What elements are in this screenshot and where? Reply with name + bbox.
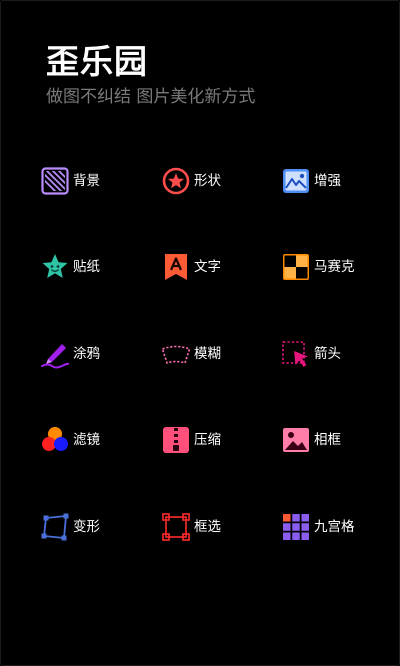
blur-fan-icon <box>161 339 191 369</box>
filter-circles-icon <box>40 425 70 455</box>
select-box-icon <box>161 512 191 542</box>
tool-label: 贴纸 <box>73 259 100 275</box>
tool-box-select[interactable]: 框选 <box>161 511 221 543</box>
tool-blur[interactable]: 模糊 <box>161 338 221 370</box>
tool-label: 马赛克 <box>314 259 355 275</box>
tool-enhance[interactable]: 增强 <box>281 165 341 197</box>
tool-label: 框选 <box>194 519 221 535</box>
tool-filter[interactable]: 滤镜 <box>40 424 100 456</box>
tool-photo-frame[interactable]: 相框 <box>281 424 341 456</box>
tool-nine-grid[interactable]: 九宫格 <box>281 511 355 543</box>
enhance-image-icon <box>281 166 311 196</box>
tool-doodle[interactable]: 涂鸦 <box>40 338 100 370</box>
arrow-cursor-icon <box>281 339 311 369</box>
app-subtitle: 做图不纠结 图片美化新方式 <box>46 87 256 107</box>
app-title: 歪乐园 <box>46 42 148 81</box>
tool-label: 滤镜 <box>73 432 100 448</box>
photo-frame-icon <box>281 425 311 455</box>
text-bookmark-icon <box>161 252 191 282</box>
star-circle-icon <box>161 166 191 196</box>
tool-label: 压缩 <box>194 432 221 448</box>
tool-text[interactable]: 文字 <box>161 251 221 283</box>
tool-sticker[interactable]: 贴纸 <box>40 251 100 283</box>
tool-transform[interactable]: 变形 <box>40 511 100 543</box>
tool-label: 涂鸦 <box>73 346 100 362</box>
star-sticker-icon <box>40 252 70 282</box>
tool-label: 增强 <box>314 173 341 189</box>
tool-compress[interactable]: 压缩 <box>161 424 221 456</box>
tool-arrow[interactable]: 箭头 <box>281 338 341 370</box>
tool-background[interactable]: 背景 <box>40 165 100 197</box>
tool-label: 文字 <box>194 259 221 275</box>
nine-grid-icon <box>281 512 311 542</box>
tool-label: 箭头 <box>314 346 341 362</box>
transform-icon <box>40 512 70 542</box>
tool-label: 形状 <box>194 173 221 189</box>
pen-doodle-icon <box>40 339 70 369</box>
mosaic-icon <box>281 252 311 282</box>
tool-label: 背景 <box>73 173 100 189</box>
tool-shape[interactable]: 形状 <box>161 165 221 197</box>
zip-icon <box>161 425 191 455</box>
tool-label: 九宫格 <box>314 519 355 535</box>
background-icon <box>40 166 70 196</box>
tool-label: 模糊 <box>194 346 221 362</box>
tool-label: 相框 <box>314 432 341 448</box>
tool-mosaic[interactable]: 马赛克 <box>281 251 355 283</box>
tool-label: 变形 <box>73 519 100 535</box>
